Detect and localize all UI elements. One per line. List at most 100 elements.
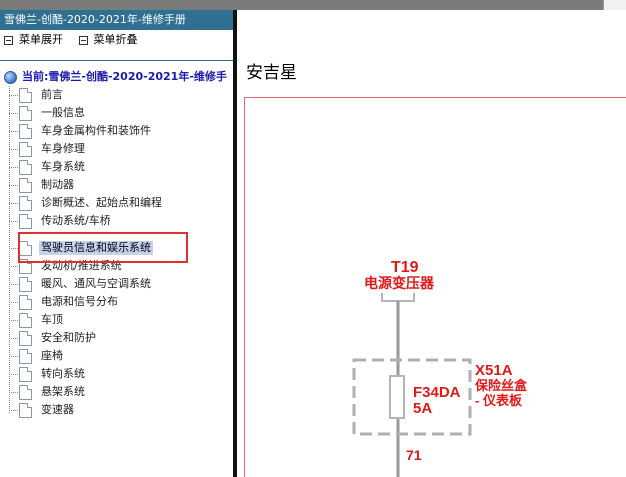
document-icon: [19, 87, 32, 103]
tree-item-label: 一般信息: [41, 106, 85, 119]
document-icon: [19, 105, 32, 121]
wiring-diagram: T19 电源变压器 F34DA 5A X51A 保险丝盒 - 仪表板 71: [244, 97, 626, 477]
document-icon: [19, 258, 32, 274]
tree-item-label: 转向系统: [41, 367, 85, 380]
tree-item-driveline-axle[interactable]: 传动系统/车桥: [9, 212, 113, 230]
tree-item-label: 前言: [41, 88, 63, 101]
tree-item-label: 驾驶员信息和娱乐系统: [39, 241, 153, 255]
connector-top-name: 电源变压器: [364, 275, 435, 291]
tree-branch: [9, 148, 18, 150]
tree-item-steering[interactable]: 转向系统: [9, 365, 87, 383]
document-icon: [19, 213, 32, 229]
document-icon: [19, 294, 32, 310]
fuse-box-name-line2: - 仪表板: [475, 393, 523, 408]
sidebar-separator: [0, 60, 233, 61]
document-icon: [19, 312, 32, 328]
tree-item-label: 座椅: [41, 349, 63, 362]
tree-branch: [9, 301, 18, 303]
connector-bracket: [381, 293, 415, 302]
tree-item-diagnostics[interactable]: 诊断概述、起始点和编程: [9, 194, 164, 212]
document-icon: [19, 159, 32, 175]
window-top-bar: [0, 0, 626, 10]
tree-branch: [9, 409, 18, 411]
tree-item-engine-propulsion[interactable]: 发动机/推进系统: [9, 257, 124, 275]
tree-branch: [9, 373, 18, 375]
tree-branch: [9, 283, 18, 285]
connector-top-id: T19: [391, 259, 419, 276]
tree-item-label: 传动系统/车桥: [41, 214, 111, 227]
document-icon: [19, 141, 32, 157]
sidebar-title: 雪佛兰-创酷-2020-2021年-维修手册: [0, 10, 233, 30]
tree-item-label: 车身修理: [41, 142, 85, 155]
tree-branch: [9, 94, 18, 96]
window-control-button[interactable]: [603, 0, 626, 10]
tree-item-label: 车身系统: [41, 160, 85, 173]
menu-controls: 菜单展开 菜单折叠: [0, 30, 233, 50]
fuse-symbol: [389, 375, 405, 419]
tree-branch: [9, 247, 18, 249]
tree-branch: [9, 184, 18, 186]
tree-item-driver-info-entertainment[interactable]: 驾驶员信息和娱乐系统: [9, 239, 153, 257]
tree-branch: [9, 112, 18, 114]
tree-item-body-metal-trim[interactable]: 车身金属构件和装饰件: [9, 122, 153, 140]
tree-item-brakes[interactable]: 制动器: [9, 176, 76, 194]
tree-branch: [9, 337, 18, 339]
tree-item-power-signal[interactable]: 电源和信号分布: [9, 293, 120, 311]
fuse-rating: 5A: [413, 400, 432, 417]
tree-item-label: 安全和防护: [41, 331, 96, 344]
tree-item-label: 电源和信号分布: [41, 295, 118, 308]
tree-branch: [9, 355, 18, 357]
tree-item-safety-security[interactable]: 安全和防护: [9, 329, 98, 347]
tree-item-preface[interactable]: 前言: [9, 86, 65, 104]
tree-branch: [9, 202, 18, 204]
tree-item-label: 诊断概述、起始点和编程: [41, 196, 162, 209]
tree-item-transmission[interactable]: 变速器: [9, 401, 76, 419]
tree-branch: [9, 319, 18, 321]
tree-item-roof[interactable]: 车顶: [9, 311, 65, 329]
document-icon: [19, 384, 32, 400]
document-icon: [19, 330, 32, 346]
document-icon: [19, 177, 32, 193]
tree-item-seats[interactable]: 座椅: [9, 347, 65, 365]
fuse-id: F34DA: [413, 384, 461, 401]
tree-item-body-repair[interactable]: 车身修理: [9, 140, 87, 158]
tree-item-suspension[interactable]: 悬架系统: [9, 383, 87, 401]
document-icon: [19, 276, 32, 292]
sidebar: 雪佛兰-创酷-2020-2021年-维修手册 菜单展开 菜单折叠 当前:雪佛兰-…: [0, 10, 233, 477]
wiring-diagram-svg: T19 电源变压器 F34DA 5A X51A 保险丝盒 - 仪表板 71: [352, 259, 528, 477]
expand-icon: [4, 35, 13, 45]
fuse-box-id: X51A: [475, 362, 513, 379]
fuse-box-name-line1: 保险丝盒: [474, 378, 528, 393]
menu-expand-button[interactable]: 菜单展开: [4, 30, 63, 50]
tree-root-label: 当前:雪佛兰-创酷-2020-2021年-维修手: [22, 70, 227, 83]
tree-item-label: 悬架系统: [41, 385, 85, 398]
document-icon: [19, 402, 32, 418]
page-title: 安吉星: [246, 63, 297, 83]
tree-item-label: 变速器: [41, 403, 74, 416]
tree-item-label: 暖风、通风与空调系统: [41, 277, 151, 290]
tree-item-label: 车顶: [41, 313, 63, 326]
tree-item-hvac[interactable]: 暖风、通风与空调系统: [9, 275, 153, 293]
menu-collapse-button[interactable]: 菜单折叠: [78, 30, 138, 50]
document-icon: [19, 240, 32, 256]
tree-item-label: 车身金属构件和装饰件: [41, 124, 151, 137]
collapse-icon: [78, 35, 88, 45]
tree-root[interactable]: 当前:雪佛兰-创酷-2020-2021年-维修手: [4, 68, 227, 86]
wire-number: 71: [406, 447, 422, 463]
tree-item-body-systems[interactable]: 车身系统: [9, 158, 87, 176]
menu-collapse-label: 菜单折叠: [93, 33, 138, 46]
document-icon: [19, 195, 32, 211]
tree-branch: [9, 130, 18, 132]
tree-item-label: 制动器: [41, 178, 74, 191]
document-icon: [19, 366, 32, 382]
tree-branch: [9, 265, 18, 267]
document-icon: [19, 123, 32, 139]
tree-item-general-info[interactable]: 一般信息: [9, 104, 87, 122]
tree-branch: [9, 220, 18, 222]
menu-expand-label: 菜单展开: [19, 33, 63, 46]
document-icon: [19, 348, 32, 364]
tree-item-label: 发动机/推进系统: [41, 259, 122, 272]
tree-branch: [9, 166, 18, 168]
tree-branch: [9, 391, 18, 393]
globe-icon: [4, 70, 17, 84]
